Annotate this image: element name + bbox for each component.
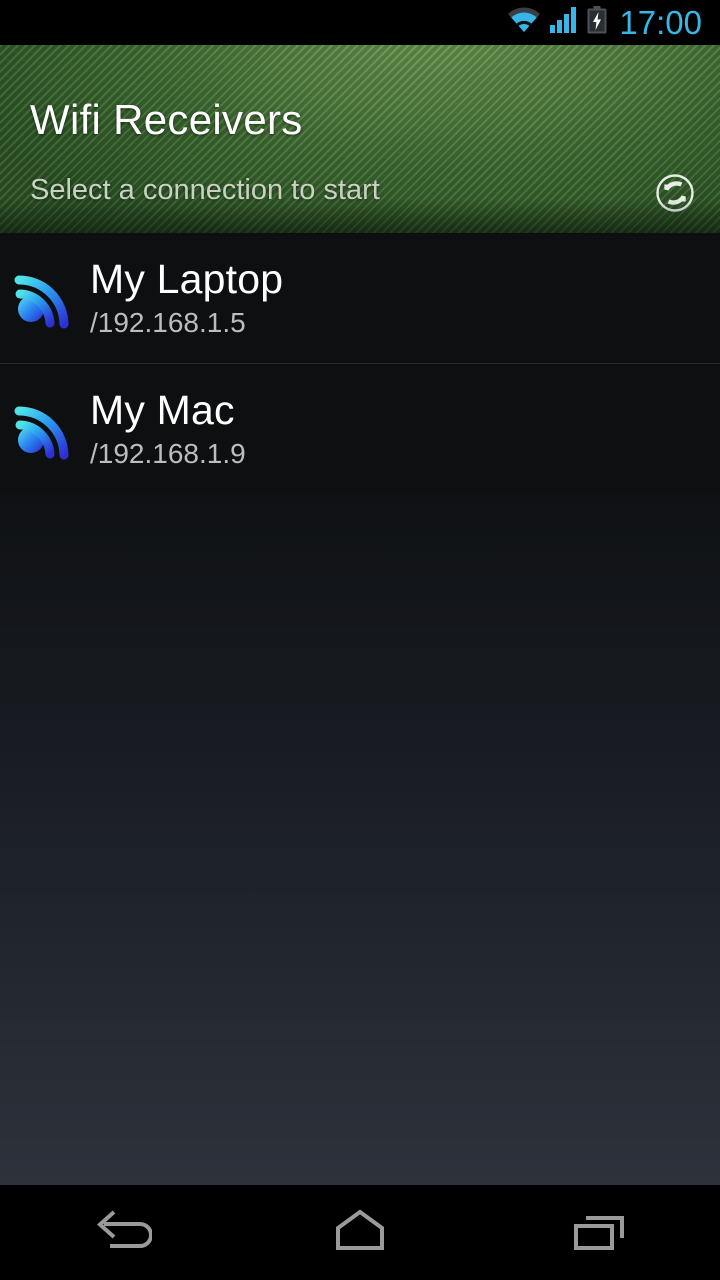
page-title: Wifi Receivers	[30, 96, 303, 143]
status-clock: 17:00	[619, 4, 702, 41]
list-item-text: My Mac /192.168.1.9	[90, 387, 246, 471]
wifi-broadcast-icon	[8, 398, 76, 460]
home-icon	[328, 1204, 392, 1261]
nav-home-button[interactable]	[285, 1185, 435, 1280]
app-header: Wifi Receivers Select a connection to st…	[0, 45, 720, 233]
phone-screen: 17:00 Wifi Receivers Select a connection…	[0, 0, 720, 1280]
battery-charging-icon	[587, 6, 607, 39]
list-item[interactable]: My Mac /192.168.1.9	[0, 363, 720, 493]
recent-apps-icon	[568, 1204, 632, 1261]
receiver-list: My Laptop /192.168.1.5 My Mac /192.168.1…	[0, 233, 720, 1185]
receiver-address: /192.168.1.5	[90, 307, 246, 338]
page-subtitle: Select a connection to start	[30, 174, 380, 206]
back-arrow-icon	[88, 1204, 153, 1261]
status-bar: 17:00	[0, 0, 720, 45]
list-item[interactable]: My Laptop /192.168.1.5	[0, 233, 720, 363]
wifi-icon	[507, 7, 541, 38]
refresh-button[interactable]	[652, 172, 698, 218]
refresh-icon	[653, 171, 697, 220]
list-item-text: My Laptop /192.168.1.5	[90, 256, 283, 340]
wifi-broadcast-icon	[8, 267, 76, 329]
receiver-address: /192.168.1.9	[90, 437, 246, 469]
receiver-name: My Laptop	[90, 256, 284, 302]
cellular-signal-icon	[550, 7, 578, 38]
nav-back-button[interactable]	[45, 1185, 195, 1280]
receiver-name: My Mac	[90, 386, 235, 433]
nav-recents-button[interactable]	[525, 1185, 675, 1280]
android-navigation-bar	[0, 1185, 720, 1280]
status-icons	[507, 6, 607, 39]
